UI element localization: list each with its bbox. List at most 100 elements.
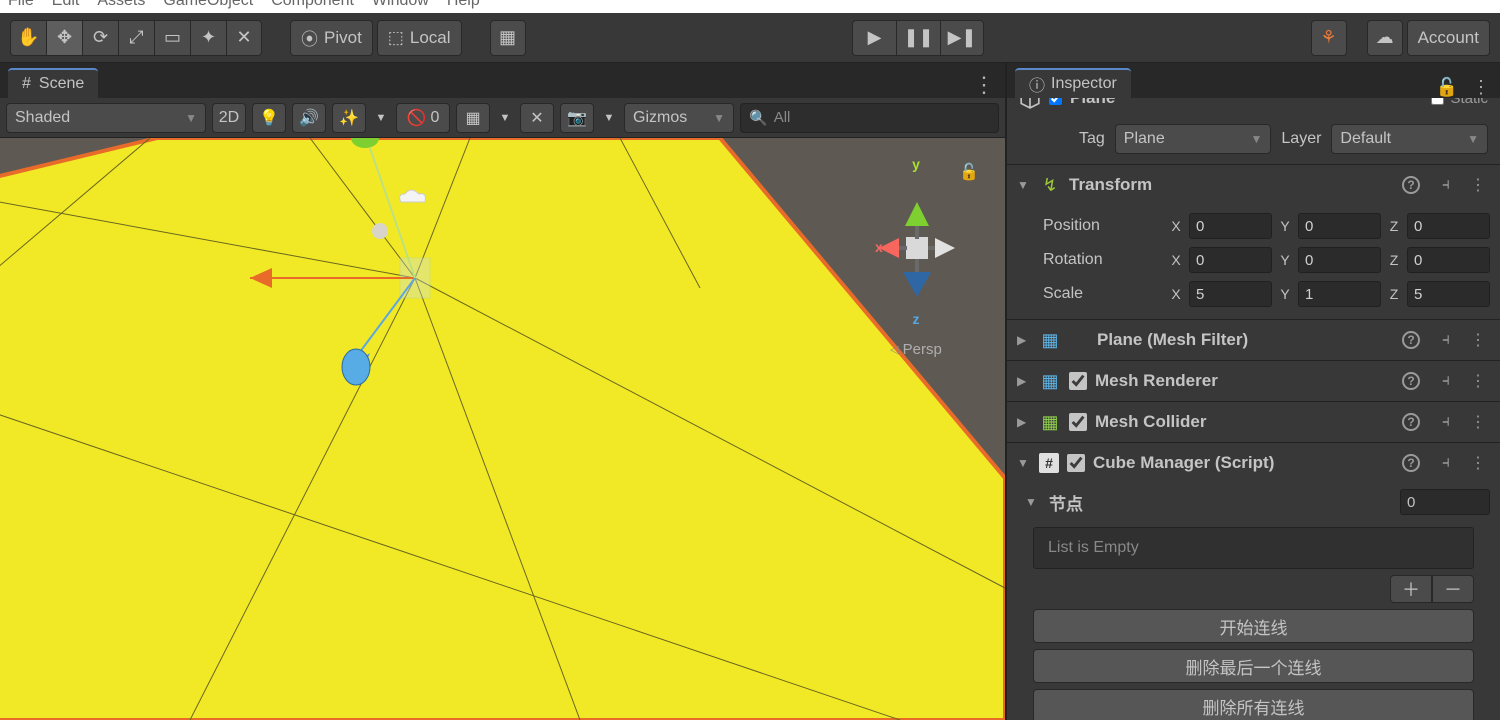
fold-toggle[interactable]: ▼ (1017, 178, 1031, 192)
2d-toggle[interactable]: 2D (212, 103, 246, 133)
menu-gameobject[interactable]: GameObject (163, 0, 253, 10)
delete-last-button[interactable]: 删除最后一个连线 (1033, 649, 1474, 683)
cloud-button[interactable]: ☁ (1367, 20, 1403, 56)
menu-help[interactable]: Help (447, 0, 480, 10)
scale-x-input[interactable]: 5 (1189, 281, 1272, 307)
help-icon[interactable]: ? (1402, 372, 1420, 390)
mesh-collider-icon: ▦ (1039, 411, 1061, 433)
menu-edit[interactable]: Edit (52, 0, 80, 10)
lighting-toggle[interactable]: 💡 (252, 103, 286, 133)
rotate-tool-button[interactable]: ⟳ (82, 20, 118, 56)
grid-toggle[interactable]: ▦ (456, 103, 490, 133)
camera-chevron[interactable]: ▼ (600, 103, 618, 133)
gizmos-dropdown[interactable]: Gizmos ▼ (624, 103, 734, 133)
menu-file[interactable]: File (8, 0, 34, 10)
inspector-tab[interactable]: ⓘ Inspector (1015, 68, 1131, 98)
menu-icon[interactable]: ⋮ (1466, 412, 1490, 432)
position-x-input[interactable]: 0 (1189, 213, 1272, 239)
hand-tool-button[interactable]: ✋ (10, 20, 46, 56)
pivot-toggle[interactable]: ⦿ Pivot (290, 20, 373, 56)
tools-icon[interactable]: ✕ (520, 103, 554, 133)
local-toggle[interactable]: ⬚ Local (377, 20, 462, 56)
scale-tool-button[interactable]: ⤢ (118, 20, 154, 56)
fold-toggle[interactable]: ▼ (1025, 495, 1039, 509)
menu-icon[interactable]: ⋮ (1466, 371, 1490, 391)
list-size-input[interactable]: 0 (1400, 489, 1490, 515)
preset-icon[interactable]: ⫞ (1434, 454, 1458, 472)
menu-icon[interactable]: ⋮ (1466, 330, 1490, 350)
object-name-field[interactable]: Plane (1070, 98, 1115, 108)
local-icon: ⬚ (388, 28, 404, 48)
fold-toggle[interactable]: ▶ (1017, 415, 1031, 429)
move-tool-button[interactable]: ✥ (46, 20, 82, 56)
help-icon[interactable]: ? (1402, 331, 1420, 349)
rotation-x-input[interactable]: 0 (1189, 247, 1272, 273)
audio-toggle[interactable]: 🔊 (292, 103, 326, 133)
lock-icon[interactable]: 🔓 (1436, 77, 1458, 98)
scale-z-input[interactable]: 5 (1407, 281, 1490, 307)
help-icon[interactable]: ? (1402, 413, 1420, 431)
effects-toggle[interactable]: ✨ (332, 103, 366, 133)
rect-tool-button[interactable]: ▭ (154, 20, 190, 56)
menu-window[interactable]: Window (372, 0, 429, 10)
shading-mode-dropdown[interactable]: Shaded ▼ (6, 103, 206, 133)
menu-bar[interactable]: File Edit Assets GameObject Component Wi… (0, 0, 1500, 13)
list-remove-button[interactable]: － (1432, 575, 1474, 603)
list-empty-label: List is Empty (1033, 527, 1474, 569)
account-dropdown[interactable]: Account (1407, 20, 1490, 56)
position-y-input[interactable]: 0 (1298, 213, 1381, 239)
collab-icon[interactable]: ⚘ (1311, 20, 1347, 56)
scene-toolbar: Shaded ▼ 2D 💡 🔊 ✨ ▼ 🚫0 ▦ ▼ ✕ 📷 ▼ Gizmos … (0, 98, 1005, 138)
fold-toggle[interactable]: ▶ (1017, 333, 1031, 347)
search-icon: 🔍 (749, 109, 768, 127)
scene-search-input[interactable]: 🔍 All (740, 103, 999, 133)
rotation-z-input[interactable]: 0 (1407, 247, 1490, 273)
scene-tab[interactable]: # Scene (8, 68, 98, 98)
object-enabled-checkbox[interactable] (1049, 98, 1062, 105)
help-icon[interactable]: ? (1402, 454, 1420, 472)
preset-icon[interactable]: ⫞ (1434, 176, 1458, 194)
layer-dropdown[interactable]: Default▼ (1331, 124, 1488, 154)
play-button[interactable]: ▶ (852, 20, 896, 56)
static-checkbox[interactable] (1431, 98, 1444, 105)
inspector-tab-strip: ⓘ Inspector 🔓 ⋮ (1007, 63, 1500, 98)
pause-button[interactable]: ❚❚ (896, 20, 940, 56)
scene-viewport[interactable]: 🔓 y x z ◁Persp (0, 138, 1005, 720)
svg-text:x: x (875, 239, 883, 255)
projection-toggle[interactable]: ◁Persp (851, 341, 981, 358)
scale-y-input[interactable]: 1 (1298, 281, 1381, 307)
camera-icon[interactable]: 📷 (560, 103, 594, 133)
hidden-objects-toggle[interactable]: 🚫0 (396, 103, 450, 133)
panel-menu-icon[interactable]: ⋮ (973, 72, 995, 98)
menu-component[interactable]: Component (271, 0, 354, 10)
mesh-filter-component: ▶ ▦ Plane (Mesh Filter) ? ⫞ ⋮ (1007, 319, 1500, 360)
position-z-input[interactable]: 0 (1407, 213, 1490, 239)
preset-icon[interactable]: ⫞ (1434, 331, 1458, 349)
preset-icon[interactable]: ⫞ (1434, 413, 1458, 431)
script-enabled-checkbox[interactable] (1067, 454, 1085, 472)
step-button[interactable]: ▶❚ (940, 20, 984, 56)
transform-tool-button[interactable]: ✦ (190, 20, 226, 56)
delete-all-button[interactable]: 删除所有连线 (1033, 689, 1474, 720)
fold-toggle[interactable]: ▶ (1017, 374, 1031, 388)
fold-toggle[interactable]: ▼ (1017, 456, 1031, 470)
menu-assets[interactable]: Assets (97, 0, 145, 10)
tag-dropdown[interactable]: Plane▼ (1115, 124, 1272, 154)
menu-icon[interactable]: ⋮ (1466, 175, 1490, 195)
grid-snap-button[interactable]: ▦ (490, 20, 526, 56)
help-icon[interactable]: ? (1402, 176, 1420, 194)
menu-icon[interactable]: ⋮ (1466, 453, 1490, 473)
mesh-renderer-icon: ▦ (1039, 370, 1061, 392)
effects-chevron[interactable]: ▼ (372, 103, 390, 133)
grid-chevron[interactable]: ▼ (496, 103, 514, 133)
panel-menu-icon[interactable]: ⋮ (1472, 77, 1490, 98)
preset-icon[interactable]: ⫞ (1434, 372, 1458, 390)
custom-tool-button[interactable]: ✕ (226, 20, 262, 56)
start-connect-button[interactable]: 开始连线 (1033, 609, 1474, 643)
mesh-collider-enabled-checkbox[interactable] (1069, 413, 1087, 431)
rotation-y-input[interactable]: 0 (1298, 247, 1381, 273)
orientation-gizmo[interactable]: y x z ◁Persp (851, 156, 981, 336)
list-add-button[interactable]: ＋ (1390, 575, 1432, 603)
main-toolbar: ✋ ✥ ⟳ ⤢ ▭ ✦ ✕ ⦿ Pivot ⬚ Local ▦ ▶ ❚❚ ▶❚ … (0, 13, 1500, 63)
mesh-renderer-enabled-checkbox[interactable] (1069, 372, 1087, 390)
